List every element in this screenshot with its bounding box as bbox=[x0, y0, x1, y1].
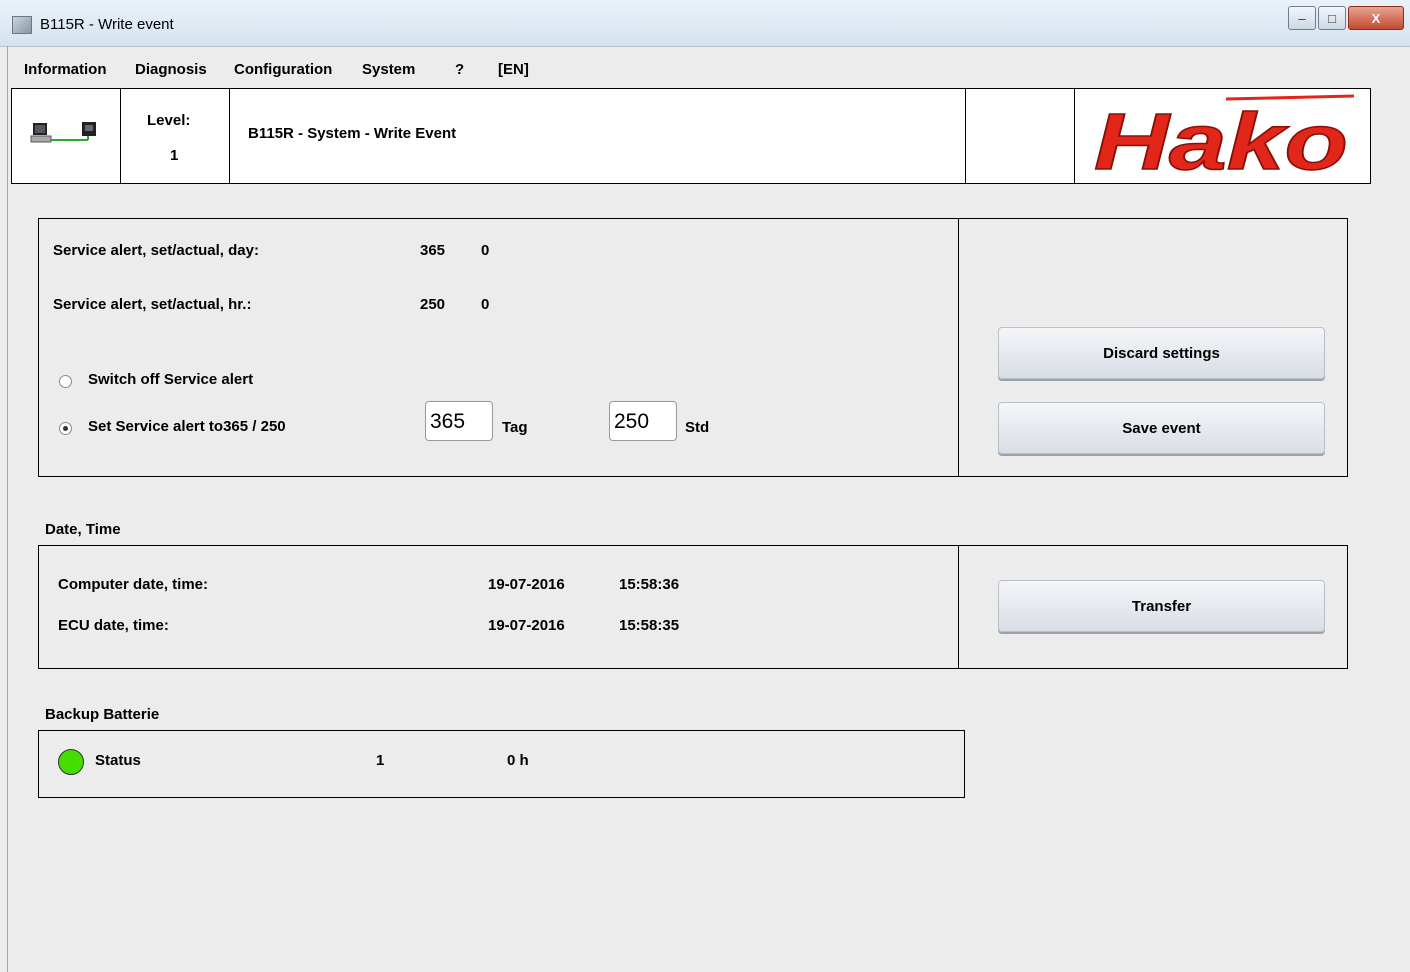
battery-status-label: Status bbox=[95, 752, 141, 769]
datetime-section-title: Date, Time bbox=[45, 521, 121, 538]
computer-date: 19-07-2016 bbox=[488, 576, 565, 593]
header-divider bbox=[120, 88, 121, 184]
service-day-set: 365 bbox=[420, 242, 446, 259]
service-hr-set: 250 bbox=[420, 296, 446, 313]
menu-language[interactable]: [EN] bbox=[498, 61, 529, 78]
menu-diagnosis[interactable]: Diagnosis bbox=[135, 61, 207, 78]
switch-off-label[interactable]: Switch off Service alert bbox=[88, 371, 253, 388]
connection-icon bbox=[30, 122, 96, 143]
service-day-actual: 0 bbox=[481, 242, 490, 259]
menu-bar bbox=[0, 52, 1410, 86]
header-divider bbox=[229, 88, 230, 184]
set-alert-label[interactable]: Set Service alert to365 / 250 bbox=[88, 418, 286, 435]
switch-off-radio[interactable] bbox=[59, 375, 72, 388]
hako-logo: Hako bbox=[1093, 94, 1355, 179]
window-border bbox=[7, 46, 8, 972]
std-input[interactable]: 250 bbox=[609, 401, 677, 441]
menu-system[interactable]: System bbox=[362, 61, 415, 78]
app-icon bbox=[12, 16, 32, 34]
service-hr-actual: 0 bbox=[481, 296, 490, 313]
menu-information[interactable]: Information bbox=[24, 61, 107, 78]
level-value: 1 bbox=[170, 147, 179, 164]
ecu-time: 15:58:35 bbox=[619, 617, 680, 634]
menu-configuration[interactable]: Configuration bbox=[234, 61, 332, 78]
radio-selected-dot bbox=[63, 426, 68, 431]
battery-hours-value: 0 h bbox=[507, 752, 529, 769]
status-indicator-icon bbox=[58, 749, 84, 775]
title-bar[interactable] bbox=[0, 0, 1410, 47]
std-unit: Std bbox=[685, 419, 710, 436]
ecu-datetime-label: ECU date, time: bbox=[58, 617, 169, 634]
header-divider bbox=[965, 88, 966, 184]
service-day-label: Service alert, set/actual, day: bbox=[53, 242, 259, 259]
tag-input[interactable]: 365 bbox=[425, 401, 493, 441]
battery-status-value: 1 bbox=[376, 752, 385, 769]
save-event-button[interactable]: Save event bbox=[998, 402, 1325, 454]
transfer-button[interactable]: Transfer bbox=[998, 580, 1325, 632]
window-title: B115R - Write event bbox=[40, 16, 174, 33]
header-divider bbox=[1074, 88, 1075, 184]
computer-datetime-label: Computer date, time: bbox=[58, 576, 209, 593]
level-label: Level: bbox=[147, 112, 191, 129]
maximize-button[interactable]: □ bbox=[1318, 6, 1346, 30]
minimize-button[interactable]: – bbox=[1288, 6, 1316, 30]
battery-panel bbox=[38, 730, 965, 798]
discard-settings-button[interactable]: Discard settings bbox=[998, 327, 1325, 379]
service-hr-label: Service alert, set/actual, hr.: bbox=[53, 296, 252, 313]
tag-unit: Tag bbox=[502, 419, 528, 436]
panel-divider bbox=[958, 545, 959, 669]
battery-section-title: Backup Batterie bbox=[45, 706, 160, 723]
page-title: B115R - System - Write Event bbox=[248, 125, 457, 142]
set-alert-radio[interactable] bbox=[59, 422, 72, 435]
panel-divider bbox=[958, 218, 959, 477]
close-button[interactable]: X bbox=[1348, 6, 1404, 30]
svg-text:Hako: Hako bbox=[1094, 97, 1348, 179]
computer-time: 15:58:36 bbox=[619, 576, 680, 593]
menu-help[interactable]: ? bbox=[455, 61, 464, 78]
ecu-date: 19-07-2016 bbox=[488, 617, 565, 634]
